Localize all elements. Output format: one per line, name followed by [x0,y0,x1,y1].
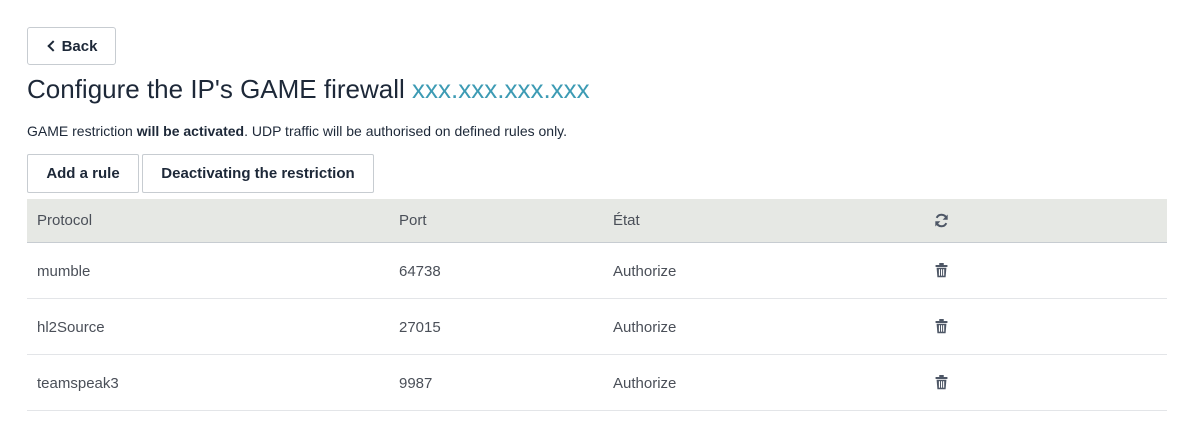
description-text-2: . UDP traffic will be authorised on defi… [244,123,568,139]
add-rule-button[interactable]: Add a rule [27,154,139,193]
back-button-label: Back [61,37,98,55]
deactivate-restriction-label: Deactivating the restriction [161,165,355,182]
cell-state: Authorize [613,319,677,336]
cell-protocol: hl2Source [37,319,105,336]
trash-icon[interactable] [935,263,948,283]
cell-state: Authorize [613,263,677,280]
description-bold: will be activated [136,123,245,139]
trash-icon[interactable] [935,319,948,339]
firewall-page: Back Configure the IP's GAME firewall xx… [0,0,1195,429]
cell-protocol: mumble [37,263,91,280]
chevron-left-icon [46,40,59,52]
cell-port: 64738 [399,263,441,280]
table-row: teamspeak3 9987 Authorize [27,355,1167,411]
header-protocol: Protocol [37,212,93,229]
description-text-1: GAME restriction [27,123,133,139]
page-title: Configure the IP's GAME firewall xxx.xxx… [27,72,590,106]
table-header: Protocol Port État [27,199,1167,243]
rules-table: Protocol Port État mumble 64738 Authoriz… [27,199,1167,411]
add-rule-label: Add a rule [46,165,120,182]
trash-icon[interactable] [935,375,948,395]
ip-address: xxx.xxx.xxx.xxx [412,74,590,104]
table-row: mumble 64738 Authorize [27,243,1167,299]
refresh-icon[interactable] [934,213,949,233]
restriction-description: GAME restriction will be activated. UDP … [27,121,567,141]
deactivate-restriction-button[interactable]: Deactivating the restriction [142,154,374,193]
header-state: État [613,212,640,229]
page-title-text: Configure the IP's GAME firewall [27,74,405,104]
cell-protocol: teamspeak3 [37,375,119,392]
back-button[interactable]: Back [27,27,116,65]
cell-port: 27015 [399,319,441,336]
cell-port: 9987 [399,375,433,392]
table-row: hl2Source 27015 Authorize [27,299,1167,355]
cell-state: Authorize [613,375,677,392]
header-port: Port [399,212,427,229]
